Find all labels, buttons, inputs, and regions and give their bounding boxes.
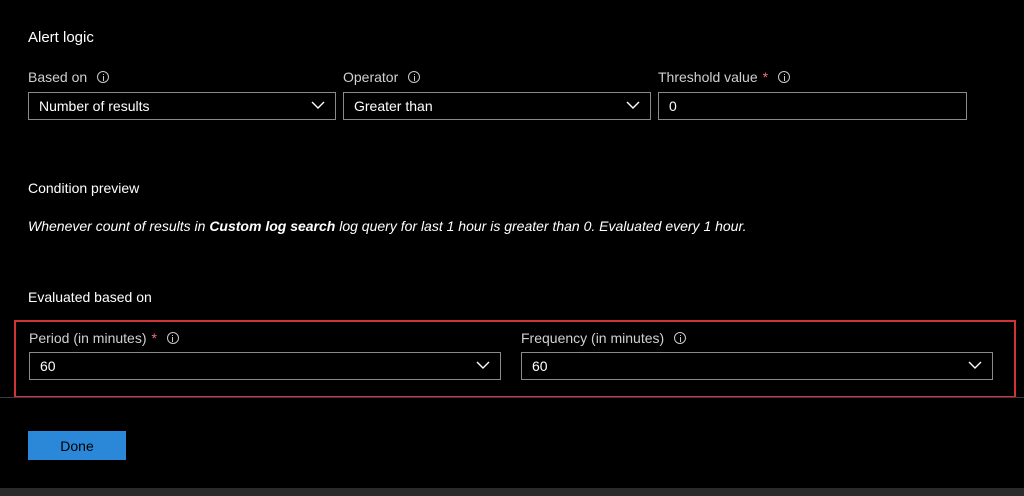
footer-divider <box>0 397 1024 398</box>
info-icon[interactable] <box>674 332 687 344</box>
done-button[interactable]: Done <box>28 431 126 460</box>
preview-text-after: log query for last 1 hour is greater tha… <box>335 218 747 234</box>
alert-logic-title: Alert logic <box>28 29 94 46</box>
period-label-text: Period (in minutes) <box>29 330 147 346</box>
based-on-dropdown[interactable]: Number of results <box>28 92 336 120</box>
evaluated-based-on-title: Evaluated based on <box>28 289 152 305</box>
required-asterisk: * <box>151 330 157 346</box>
based-on-label: Based on <box>28 69 110 85</box>
info-icon[interactable] <box>408 71 421 83</box>
period-label: Period (in minutes) * <box>29 330 179 346</box>
threshold-label: Threshold value * <box>658 69 791 85</box>
operator-dropdown[interactable]: Greater than <box>343 92 651 120</box>
condition-preview-text: Whenever count of results in Custom log … <box>28 218 747 234</box>
based-on-value: Number of results <box>39 98 150 114</box>
operator-label-text: Operator <box>343 69 399 85</box>
info-icon[interactable] <box>166 332 179 344</box>
threshold-input[interactable]: 0 <box>658 92 967 120</box>
frequency-label-text: Frequency (in minutes) <box>521 330 665 346</box>
operator-value: Greater than <box>354 98 433 114</box>
preview-query-name: Custom log search <box>209 218 336 234</box>
condition-preview-title: Condition preview <box>28 180 140 196</box>
period-value: 60 <box>40 358 56 374</box>
info-icon[interactable] <box>778 71 791 83</box>
period-dropdown[interactable]: 60 <box>29 352 501 380</box>
frequency-dropdown[interactable]: 60 <box>521 352 993 380</box>
chevron-down-icon <box>626 101 640 109</box>
chevron-down-icon <box>968 361 982 369</box>
based-on-label-text: Based on <box>28 69 88 85</box>
frequency-value: 60 <box>532 358 548 374</box>
info-icon[interactable] <box>97 71 110 83</box>
chevron-down-icon <box>311 101 325 109</box>
required-asterisk: * <box>762 69 769 85</box>
preview-text-before: Whenever count of results in <box>28 218 210 234</box>
bottom-edge-bar <box>0 488 1024 496</box>
threshold-value: 0 <box>669 98 677 114</box>
frequency-label: Frequency (in minutes) <box>521 330 687 346</box>
chevron-down-icon <box>476 361 490 369</box>
threshold-label-text: Threshold value <box>658 69 758 85</box>
operator-label: Operator <box>343 69 421 85</box>
